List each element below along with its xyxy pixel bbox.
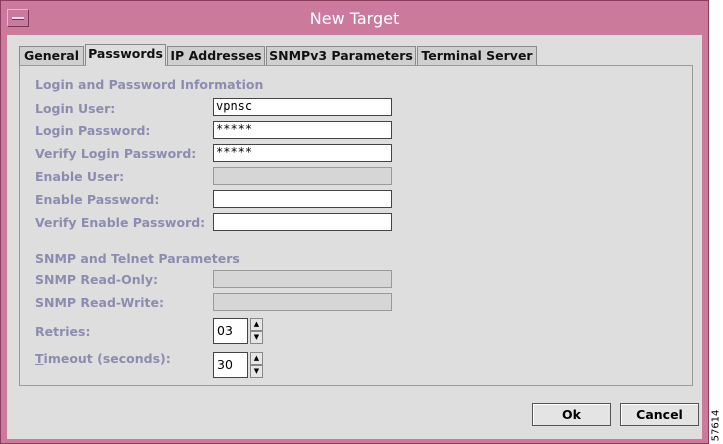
snmp-section-title: SNMP and Telnet Parameters: [35, 251, 240, 266]
login-password-input[interactable]: *****: [213, 121, 392, 139]
title-bar[interactable]: New Target: [1, 1, 708, 35]
timeout-label: Timeout (seconds):: [35, 351, 171, 366]
enable-user-label: Enable User:: [35, 169, 125, 184]
verify-login-password-input[interactable]: *****: [213, 144, 392, 162]
login-user-input[interactable]: vpnsc: [213, 98, 392, 116]
snmp-read-write-input: [213, 293, 392, 311]
retries-input[interactable]: 03: [213, 318, 248, 344]
tab-snmpv3-parameters[interactable]: SNMPv3 Parameters: [266, 46, 416, 65]
verify-login-password-label: Verify Login Password:: [35, 146, 197, 161]
cancel-button[interactable]: Cancel: [620, 403, 699, 426]
enable-user-input: [213, 167, 392, 185]
timeout-up-icon[interactable]: ▲: [250, 352, 263, 365]
snmp-read-write-label: SNMP Read-Write:: [35, 295, 164, 310]
window-title: New Target: [309, 9, 400, 28]
enable-password-input[interactable]: [213, 190, 392, 208]
timeout-down-icon[interactable]: ▼: [250, 365, 263, 378]
snmp-read-only-input: [213, 270, 392, 288]
passwords-panel: Login and Password Information Login Use…: [19, 65, 693, 386]
enable-password-label: Enable Password:: [35, 192, 160, 207]
retries-label: Retries:: [35, 324, 91, 339]
tab-general[interactable]: General: [19, 46, 84, 65]
retries-down-icon[interactable]: ▼: [250, 331, 263, 344]
dialog-window: New Target General Passwords IP Addresse…: [0, 0, 709, 444]
verify-enable-password-input[interactable]: [213, 213, 392, 231]
login-section-title: Login and Password Information: [35, 77, 264, 92]
snmp-read-only-label: SNMP Read-Only:: [35, 272, 159, 287]
timeout-label-mnemonic: T: [35, 351, 44, 366]
login-password-label: Login Password:: [35, 123, 151, 138]
verify-enable-password-label: Verify Enable Password:: [35, 215, 206, 230]
figure-id-text: 57614: [710, 409, 722, 442]
login-user-label: Login User:: [35, 101, 116, 116]
timeout-label-text: imeout (seconds):: [43, 351, 171, 366]
ok-button[interactable]: Ok: [532, 403, 611, 426]
timeout-input[interactable]: 30: [213, 352, 248, 378]
retries-up-icon[interactable]: ▲: [250, 318, 263, 331]
tab-terminal-server[interactable]: Terminal Server: [417, 46, 537, 65]
tab-ip-addresses[interactable]: IP Addresses: [167, 46, 265, 65]
figure-id: 57614: [709, 410, 723, 442]
dialog-client-area: General Passwords IP Addresses SNMPv3 Pa…: [7, 35, 702, 439]
tab-passwords[interactable]: Passwords: [85, 44, 166, 66]
